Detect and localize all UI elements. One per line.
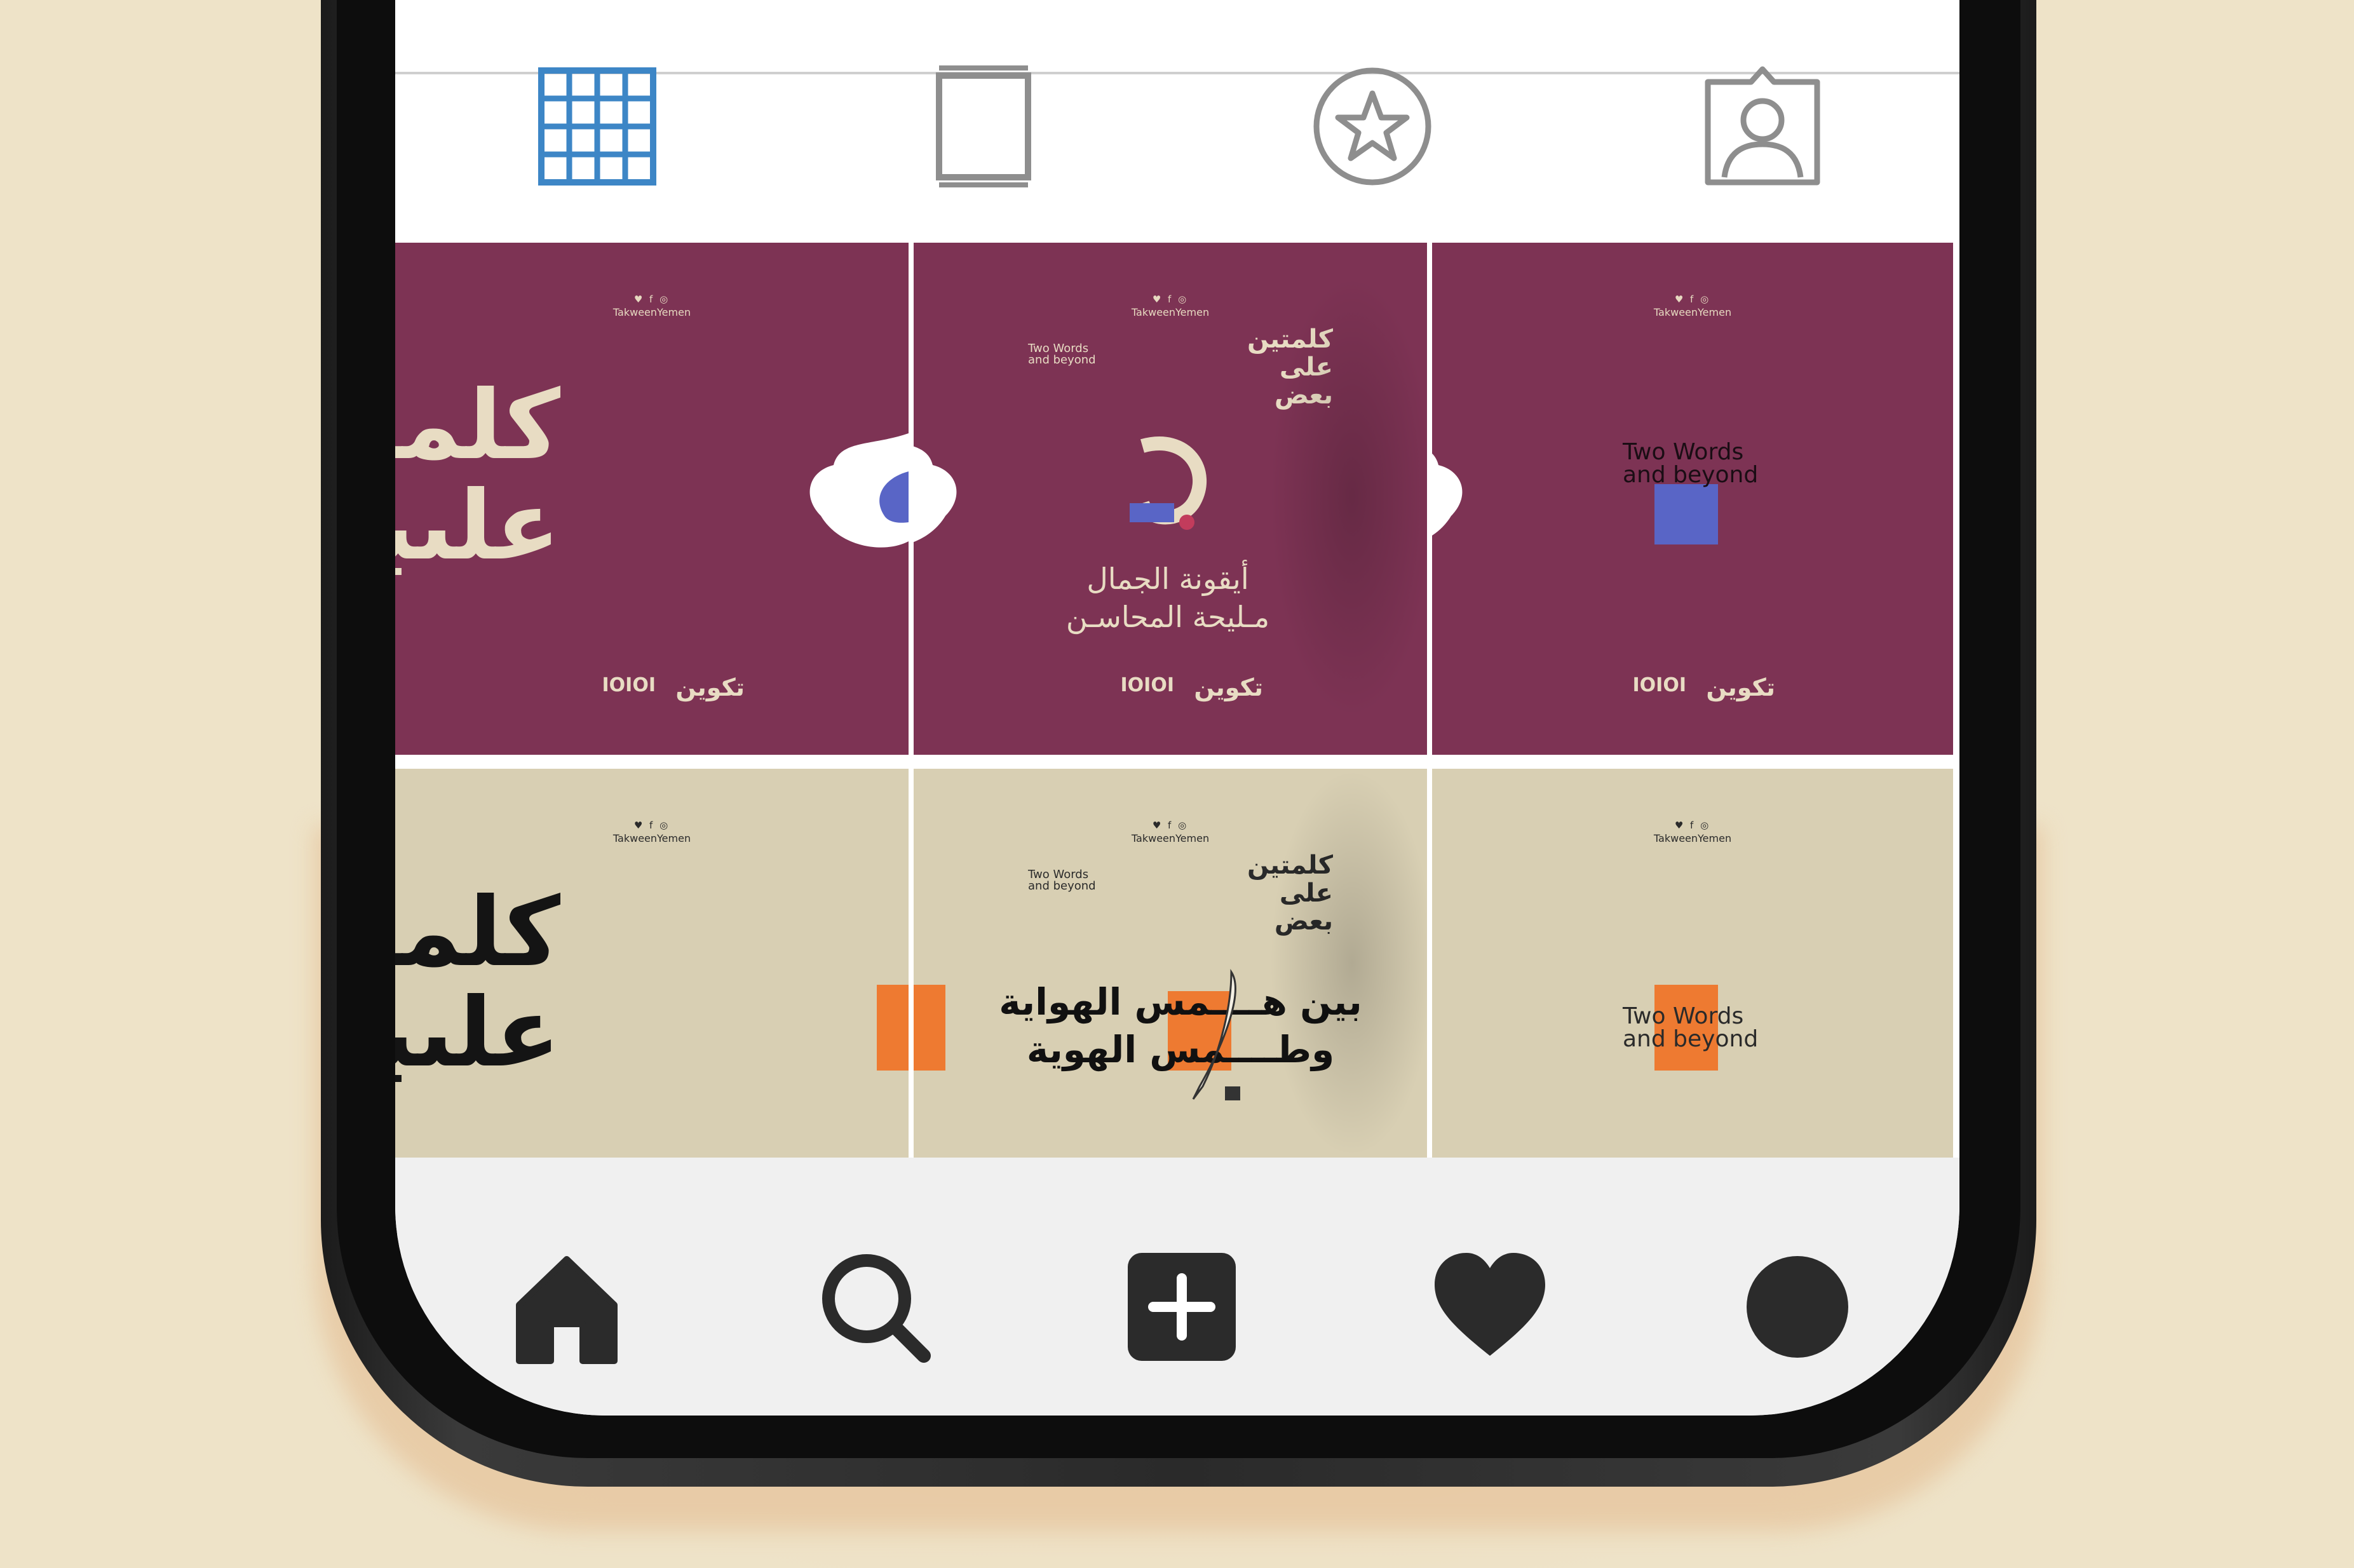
logo-mark: IOIOI: [1632, 674, 1687, 696]
star-circle-icon: [1313, 67, 1431, 186]
tab-grid-view[interactable]: [534, 63, 661, 190]
post-handle: ♥ f ◎ TakweenYemen: [1653, 294, 1732, 318]
logo-takween: تكوين: [675, 673, 745, 701]
post-title-en: Two Words and beyond: [1028, 868, 1096, 893]
quill-icon: [1192, 969, 1240, 1100]
post-title-ar: كلمـعلىبعـ: [395, 370, 560, 581]
post-tile[interactable]: ♥ f ◎TakweenYemen كلمـعلىبعـ IOIOI تكوين: [395, 243, 909, 755]
heart-icon: [1435, 1253, 1545, 1356]
accent-block: [877, 985, 909, 1071]
paper-stain: [1269, 274, 1427, 719]
grid-icon: [538, 67, 656, 186]
phone-screen: ♥ f ◎TakweenYemen كلمـعلىبعـ IOIOI تكوين…: [395, 0, 1959, 1416]
search-icon: [822, 1254, 931, 1363]
plus-square-icon: [1128, 1253, 1236, 1361]
profile-view-tabs: [395, 65, 1959, 243]
tv-frame-icon: [936, 65, 1031, 187]
post-handle: ♥ f ◎ TakweenYemen: [612, 294, 691, 318]
post-title-ar: كلمـعلىبعـ: [395, 877, 560, 1088]
tagged-person-icon: [1705, 66, 1820, 186]
profile-avatar-icon: [1747, 1256, 1848, 1358]
home-icon: [516, 1256, 618, 1364]
tab-igtv[interactable]: [920, 63, 1047, 190]
post-title-en: Two Words and beyond: [1623, 439, 1759, 488]
calligraphy-emblem: [809, 433, 909, 548]
tab-tagged[interactable]: [1699, 63, 1826, 190]
paper-stain: [1269, 769, 1427, 1158]
post-tile[interactable]: ♥ f ◎ TakweenYemen Two Words and beyond IO…: [1432, 243, 1953, 755]
nav-search-button[interactable]: [815, 1247, 935, 1367]
accent-block: [1654, 484, 1718, 544]
post-tile[interactable]: ♥ f ◎ TakweenYemen Two Words and beyond: [1432, 769, 1953, 1158]
nav-profile-button[interactable]: [1737, 1247, 1858, 1367]
nav-new-post-button[interactable]: [1121, 1247, 1242, 1367]
post-handle: ♥ f ◎ TakweenYemen: [612, 820, 691, 844]
post-tile[interactable]: ♥ f ◎TakweenYemen Two Wordsand beyond كل…: [914, 769, 1427, 1158]
logo-takween: تكوين: [1706, 673, 1775, 701]
post-title-en: Two Words and beyond: [1028, 342, 1096, 367]
post-title-en: Two Words and beyond: [1623, 1003, 1759, 1052]
calligraphy-emblem: [914, 446, 957, 543]
logo-mark: IOIOI: [1120, 674, 1175, 696]
bottom-nav-bar: [395, 1158, 1959, 1416]
logo-mark: IOIOI: [602, 674, 656, 696]
calligraphy-emblem: [1432, 454, 1463, 536]
accent-block: [914, 985, 945, 1071]
logo-takween: تكوين: [1194, 673, 1263, 701]
nav-activity-button[interactable]: [1430, 1247, 1550, 1367]
nav-home-button[interactable]: [506, 1247, 627, 1367]
posts-grid: ♥ f ◎TakweenYemen كلمـعلىبعـ IOIOI تكوين…: [395, 243, 1953, 1158]
letter-artwork: [1130, 436, 1207, 530]
post-tile[interactable]: ♥ f ◎TakweenYemen كلمـعلىبعـ: [395, 769, 909, 1158]
post-tile[interactable]: ♥ f ◎TakweenYemen Two Wordsand beyond كل…: [914, 243, 1427, 755]
post-handle: ♥ f ◎ TakweenYemen: [1653, 820, 1732, 844]
tab-featured[interactable]: [1309, 63, 1436, 190]
